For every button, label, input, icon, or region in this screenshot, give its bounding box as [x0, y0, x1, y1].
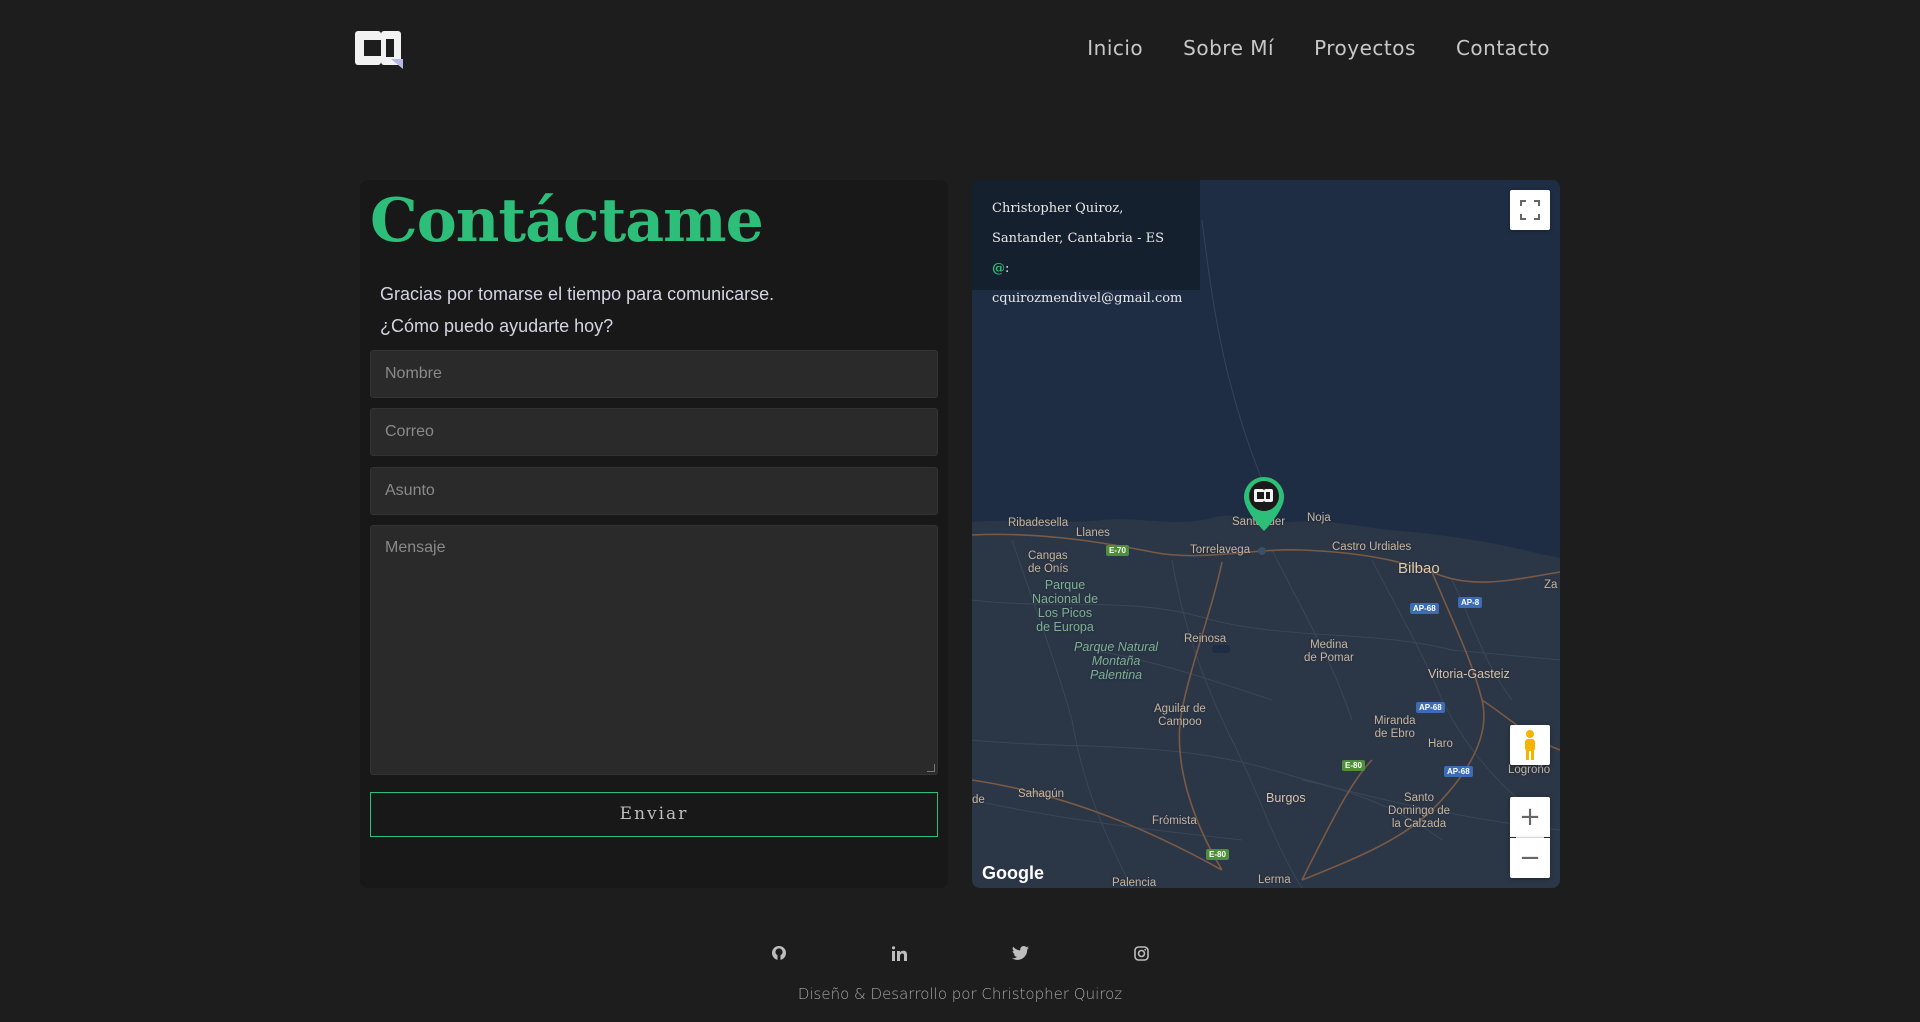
nav-link-sobre-mi[interactable]: Sobre Mí [1183, 36, 1274, 60]
message-field[interactable]: Mensaje [370, 525, 938, 775]
map-label-bilbao: Bilbao [1398, 560, 1440, 577]
message-placeholder: Mensaje [385, 539, 446, 556]
street-view-pegman-button[interactable] [1510, 725, 1550, 765]
map-label-picos: Parque Nacional de Los Picos de Europa [1032, 578, 1099, 634]
site-header: Inicio Sobre Mí Proyectos Contacto [0, 0, 1920, 100]
map-label-reinosa: Reinosa [1184, 633, 1227, 645]
intro-line-1: Gracias por tomarse el tiempo para comun… [380, 284, 775, 304]
road-shield-e70: E-70 [1106, 545, 1129, 556]
map-label-vitoria: Vitoria-Gasteiz [1428, 667, 1510, 681]
map-info-email-row: @: cquirozmendivel@gmail.com [992, 254, 1182, 314]
site-logo[interactable] [355, 29, 405, 69]
location-pin-icon[interactable] [1242, 475, 1286, 533]
map-label-ribadesella: Ribadesella [1008, 517, 1069, 529]
map-label-aguilar: Aguilar de Campoo [1154, 703, 1206, 728]
map-label-medina: Medina de Pomar [1304, 639, 1354, 664]
twitter-link[interactable] [1009, 942, 1031, 964]
google-logo: Google [982, 863, 1044, 883]
map-info-name: Christopher Quiroz, [992, 201, 1124, 216]
instagram-link[interactable] [1130, 942, 1152, 964]
fullscreen-button[interactable] [1510, 190, 1550, 230]
road-shield-ap8: AP-8 [1458, 597, 1483, 608]
map-label-palencia: Palencia [1112, 877, 1157, 888]
map-label-haro: Haro [1428, 738, 1453, 750]
map-label-sahagun: Sahagún [1018, 788, 1065, 800]
map-label-noja: Noja [1307, 512, 1331, 524]
map-info-email[interactable]: : cquirozmendivel@gmail.com [992, 261, 1182, 306]
at-icon: @ [992, 261, 1005, 276]
road-shield-e80: E-80 [1342, 760, 1365, 771]
subject-field[interactable]: Asunto [370, 467, 938, 515]
github-icon [772, 946, 786, 960]
road-shield-ap68: AP-68 [1444, 766, 1473, 777]
send-button[interactable]: Enviar [370, 792, 938, 837]
linkedin-link[interactable] [888, 942, 910, 964]
road-shield-ap68: AP-68 [1410, 603, 1439, 614]
map-label-za: Za [1544, 579, 1558, 591]
resize-grip-icon[interactable] [927, 764, 935, 772]
map-label-llanes: Llanes [1076, 527, 1110, 539]
nav-link-inicio[interactable]: Inicio [1087, 36, 1143, 60]
road-shield-ap68: AP-68 [1416, 702, 1445, 713]
zoom-in-button[interactable]: + [1510, 797, 1550, 837]
pegman-icon [1525, 730, 1535, 760]
map-label-miranda: Miranda de Ebro [1374, 715, 1416, 740]
linkedin-icon [891, 945, 907, 961]
instagram-icon [1133, 945, 1149, 961]
name-field[interactable]: Nombre [370, 350, 938, 398]
main-nav: Inicio Sobre Mí Proyectos Contacto [1047, 36, 1550, 60]
footer-credit: Diseño & Desarrollo por Christopher Quir… [797, 985, 1123, 1003]
location-map[interactable]: Ribadesella Llanes Santander Noja Torrel… [972, 180, 1560, 888]
intro-line-2: ¿Cómo puedo ayudarte hoy? [380, 316, 614, 336]
road-shield-e80: E-80 [1206, 849, 1229, 860]
nav-link-proyectos[interactable]: Proyectos [1314, 36, 1416, 60]
twitter-icon [1011, 946, 1029, 960]
github-link[interactable] [768, 942, 790, 964]
map-label-lerma: Lerma [1258, 874, 1291, 886]
map-label-burgos: Burgos [1266, 791, 1306, 805]
zoom-out-button[interactable]: − [1510, 838, 1550, 878]
fullscreen-icon [1520, 200, 1540, 220]
map-label-santo-domingo: Santo Domingo de la Calzada [1388, 792, 1451, 830]
map-label-fromista: Frómista [1152, 815, 1197, 827]
nav-link-contacto[interactable]: Contacto [1456, 36, 1550, 60]
map-label-montana-palentina: Parque Natural Montaña Palentina [1074, 640, 1159, 682]
map-label-logrono: Logroño [1508, 764, 1551, 776]
contact-title: Contáctame [370, 186, 764, 256]
map-info-box: Christopher Quiroz, Santander, Cantabria… [972, 180, 1200, 306]
map-info-location: Santander, Cantabria - ES [992, 231, 1164, 246]
map-label-torrelavega: Torrelavega [1190, 544, 1251, 556]
contact-intro: Gracias por tomarse el tiempo para comun… [380, 278, 940, 342]
map-label-cangas: Cangas de Onís [1028, 550, 1069, 575]
map-label-castro-urdiales: Castro Urdiales [1332, 541, 1412, 553]
map-label-de: de [972, 794, 985, 806]
contact-form-card: Contáctame Gracias por tomarse el tiempo… [360, 180, 948, 888]
email-field[interactable]: Correo [370, 408, 938, 456]
logo-mark-icon [355, 31, 403, 69]
